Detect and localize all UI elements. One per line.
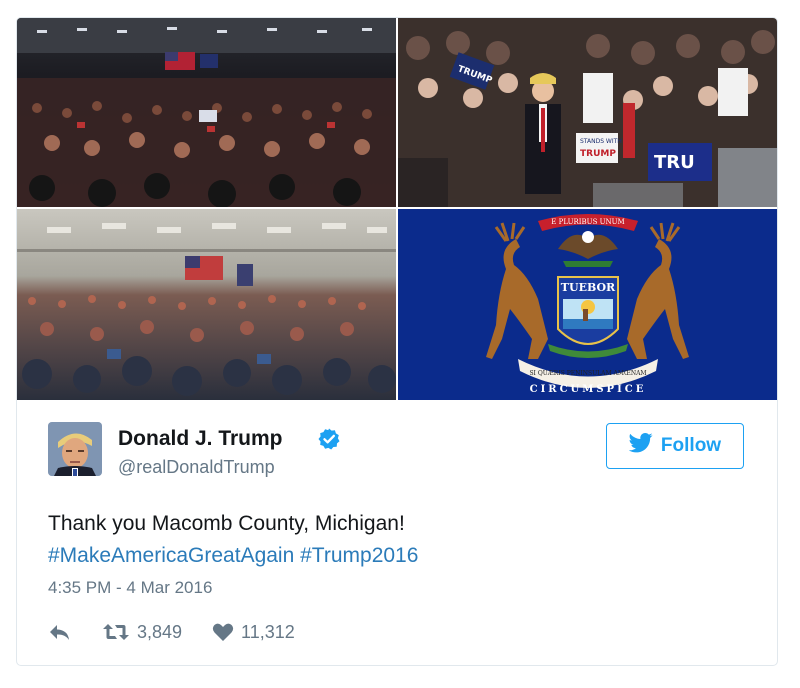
like-heart-icon (212, 622, 234, 642)
photo-rally-crowd-hall[interactable] (17, 18, 396, 207)
tweet-actions: 3,849 11,312 (48, 618, 295, 646)
twitter-bird-icon (628, 433, 653, 459)
photo-wide-hall-crowd[interactable] (17, 209, 396, 400)
author-name[interactable]: Donald J. Trump (118, 427, 283, 451)
avatar[interactable] (48, 422, 102, 476)
photo-candidate-stage-signs[interactable]: TRUMP STANDS WITH TRUMP TRU (398, 18, 777, 207)
like-count: 11,312 (241, 621, 295, 642)
follow-button[interactable]: Follow (606, 423, 744, 469)
tweet-timestamp[interactable]: 4:35 PM - 4 Mar 2016 (48, 578, 212, 598)
hashtag-link[interactable]: #Trump2016 (300, 544, 418, 567)
tweet-text-line: Thank you Macomb County, Michigan! (48, 512, 405, 535)
like-button[interactable]: 11,312 (212, 622, 295, 643)
seal-motto-top: E PLURIBUS UNUM (551, 218, 624, 226)
seal-motto-bottom: SI QUÆRIS PENINSULAM AMŒNAM (529, 370, 646, 377)
hashtag-link[interactable]: #MakeAmericaGreatAgain (48, 544, 294, 567)
reply-icon (48, 622, 72, 642)
retweet-button[interactable]: 3,849 (102, 622, 182, 643)
verified-badge-icon (317, 427, 341, 451)
retweet-icon (102, 622, 130, 642)
sign-stands-with-text: STANDS WITH (580, 138, 622, 145)
sign-tru-text: TRU (654, 152, 695, 173)
photo-michigan-flag-seal[interactable]: E PLURIBUS UNUM TUEBOR SI QUÆRIS PENINSU… (398, 209, 777, 400)
tweet-text: Thank you Macomb County, Michigan! #Make… (48, 508, 418, 572)
embedded-tweet-card: TRUMP STANDS WITH TRUMP TRU E PLURIBUS U… (16, 17, 778, 666)
seal-shield-text: TUEBOR (561, 281, 616, 294)
sign-trump-text-2: TRUMP (580, 149, 616, 159)
author-handle[interactable]: @realDonaldTrump (118, 457, 275, 478)
follow-button-label: Follow (660, 435, 722, 456)
reply-button[interactable] (48, 622, 72, 642)
media-grid: TRUMP STANDS WITH TRUMP TRU E PLURIBUS U… (17, 18, 777, 400)
seal-circumspice-text: CIRCUMSPICE (530, 384, 647, 395)
retweet-count: 3,849 (137, 621, 183, 642)
